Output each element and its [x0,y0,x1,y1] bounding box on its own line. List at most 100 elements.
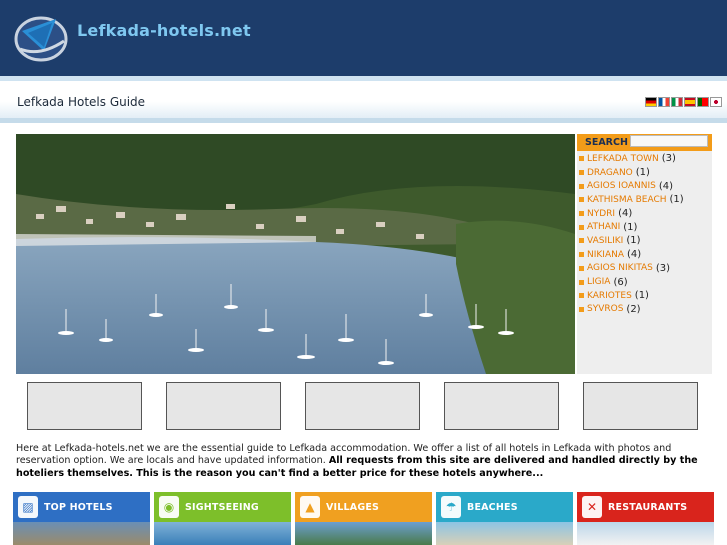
site-title[interactable]: Lefkada-hotels.net [77,21,251,40]
category-label: SIGHTSEEING [185,501,259,513]
category-photo [436,522,573,545]
category-photo [577,522,714,545]
region-link[interactable]: LEFKADA TOWN [587,154,659,164]
category-label: BEACHES [467,501,518,513]
category-bar: ▲ VILLAGES [295,492,432,522]
region-count: (1) [634,290,649,302]
list-item: VASILIKI (1) [579,234,684,248]
category-photo [13,522,150,545]
hotel-bed-icon: ▨ [18,496,38,518]
region-count: (2) [626,303,641,315]
cutlery-icon: ✕ [582,496,602,518]
category-restaurants[interactable]: ✕ RESTAURANTS [577,492,714,545]
region-count: (1) [626,235,641,247]
thumbnail[interactable] [583,382,698,430]
category-photo [154,522,291,545]
flag-it-icon[interactable] [671,97,683,107]
flag-pt-icon[interactable] [697,97,709,107]
hero-photo [16,134,575,374]
category-label: VILLAGES [326,501,380,513]
bullet-icon [579,293,584,299]
list-item: SYVROS (2) [579,303,684,317]
sail-logo-icon[interactable] [14,11,72,63]
flag-fr-icon[interactable] [658,97,670,107]
intro-text: Here at Lefkada-hotels.net we are the es… [16,443,716,480]
list-item: NYDRI (4) [579,207,684,221]
region-count: (4) [658,180,674,192]
list-item: AGIOS NIKITAS (3) [579,262,684,276]
page: Lefkada-hotels.net Lefkada Hotels Guide [0,0,727,545]
category-bar: ◉ SIGHTSEEING [154,492,291,522]
region-link[interactable]: AGIOS NIKITAS [587,263,653,273]
category-bar: ✕ RESTAURANTS [577,492,714,522]
category-top-hotels[interactable]: ▨ TOP HOTELS [13,492,150,545]
region-count: (1) [623,221,638,233]
region-link[interactable]: DRAGANO [587,168,633,178]
subheader-bar: Lefkada Hotels Guide [0,76,727,123]
bullet-icon [579,306,584,312]
flag-de-icon[interactable] [645,97,657,107]
landscape-icon: ▲ [300,496,320,518]
category-photo [295,522,432,545]
flag-es-icon[interactable] [684,97,696,107]
language-selector [645,97,722,107]
search-label: SEARCH [585,137,628,148]
category-beaches[interactable]: ☂ BEACHES [436,492,573,545]
bullet-icon [579,238,584,244]
region-link[interactable]: NIKIANA [587,250,624,260]
region-count: (3) [661,153,676,165]
list-item: AGIOS IOANNIS (4) [579,179,684,193]
thumbnail[interactable] [27,382,142,430]
search-input[interactable] [630,135,708,147]
region-count: (1) [669,194,684,206]
region-link[interactable]: KARIOTES [587,291,632,301]
bullet-icon [579,183,584,189]
category-label: RESTAURANTS [608,501,688,513]
region-link[interactable]: VASILIKI [587,236,623,246]
thumbnail-strip [27,382,699,430]
category-label: TOP HOTELS [44,501,113,513]
region-link[interactable]: SYVROS [587,304,623,314]
bullet-icon [579,252,584,258]
list-item: ATHANI (1) [579,220,684,234]
region-count: (1) [635,167,650,179]
list-item: LIGIA (6) [579,275,684,289]
bullet-icon [579,156,584,162]
region-link[interactable]: NYDRI [587,209,615,219]
region-sidebar: SEARCH LEFKADA TOWN (3) DRAGANO (1) AGIOS … [577,134,712,374]
category-sightseeing[interactable]: ◉ SIGHTSEEING [154,492,291,545]
thumbnail[interactable] [444,382,559,430]
region-list: LEFKADA TOWN (3) DRAGANO (1) AGIOS IOANNIS… [579,152,684,316]
list-item: KATHISMA BEACH (1) [579,193,684,207]
bullet-icon [579,211,584,217]
search-bar: SEARCH [577,134,712,151]
region-count: (6) [613,276,628,288]
region-count: (4) [618,208,633,220]
region-link[interactable]: ATHANI [587,222,620,232]
region-link[interactable]: KATHISMA BEACH [587,195,667,205]
bullet-icon [579,265,584,271]
region-count: (3) [655,262,671,274]
thumbnail[interactable] [166,382,281,430]
category-bar: ▨ TOP HOTELS [13,492,150,522]
region-link[interactable]: LIGIA [587,277,610,287]
category-tiles: ▨ TOP HOTELS ◉ SIGHTSEEING ▲ VILLAGES ☂ … [13,492,727,545]
flag-jp-icon[interactable] [710,97,722,107]
camera-icon: ◉ [159,496,179,518]
bullet-icon [579,224,584,230]
list-item: LEFKADA TOWN (3) [579,152,684,166]
bullet-icon [579,197,584,203]
thumbnail[interactable] [305,382,420,430]
bullet-icon [579,170,584,176]
site-header: Lefkada-hotels.net [0,0,727,76]
category-bar: ☂ BEACHES [436,492,573,522]
category-villages[interactable]: ▲ VILLAGES [295,492,432,545]
page-title: Lefkada Hotels Guide [17,95,146,109]
region-link[interactable]: AGIOS IOANNIS [587,181,656,191]
beach-umbrella-icon: ☂ [441,496,461,518]
bullet-icon [579,279,584,285]
region-count: (4) [627,249,642,261]
list-item: KARIOTES (1) [579,289,684,303]
list-item: NIKIANA (4) [579,248,684,262]
list-item: DRAGANO (1) [579,166,684,180]
